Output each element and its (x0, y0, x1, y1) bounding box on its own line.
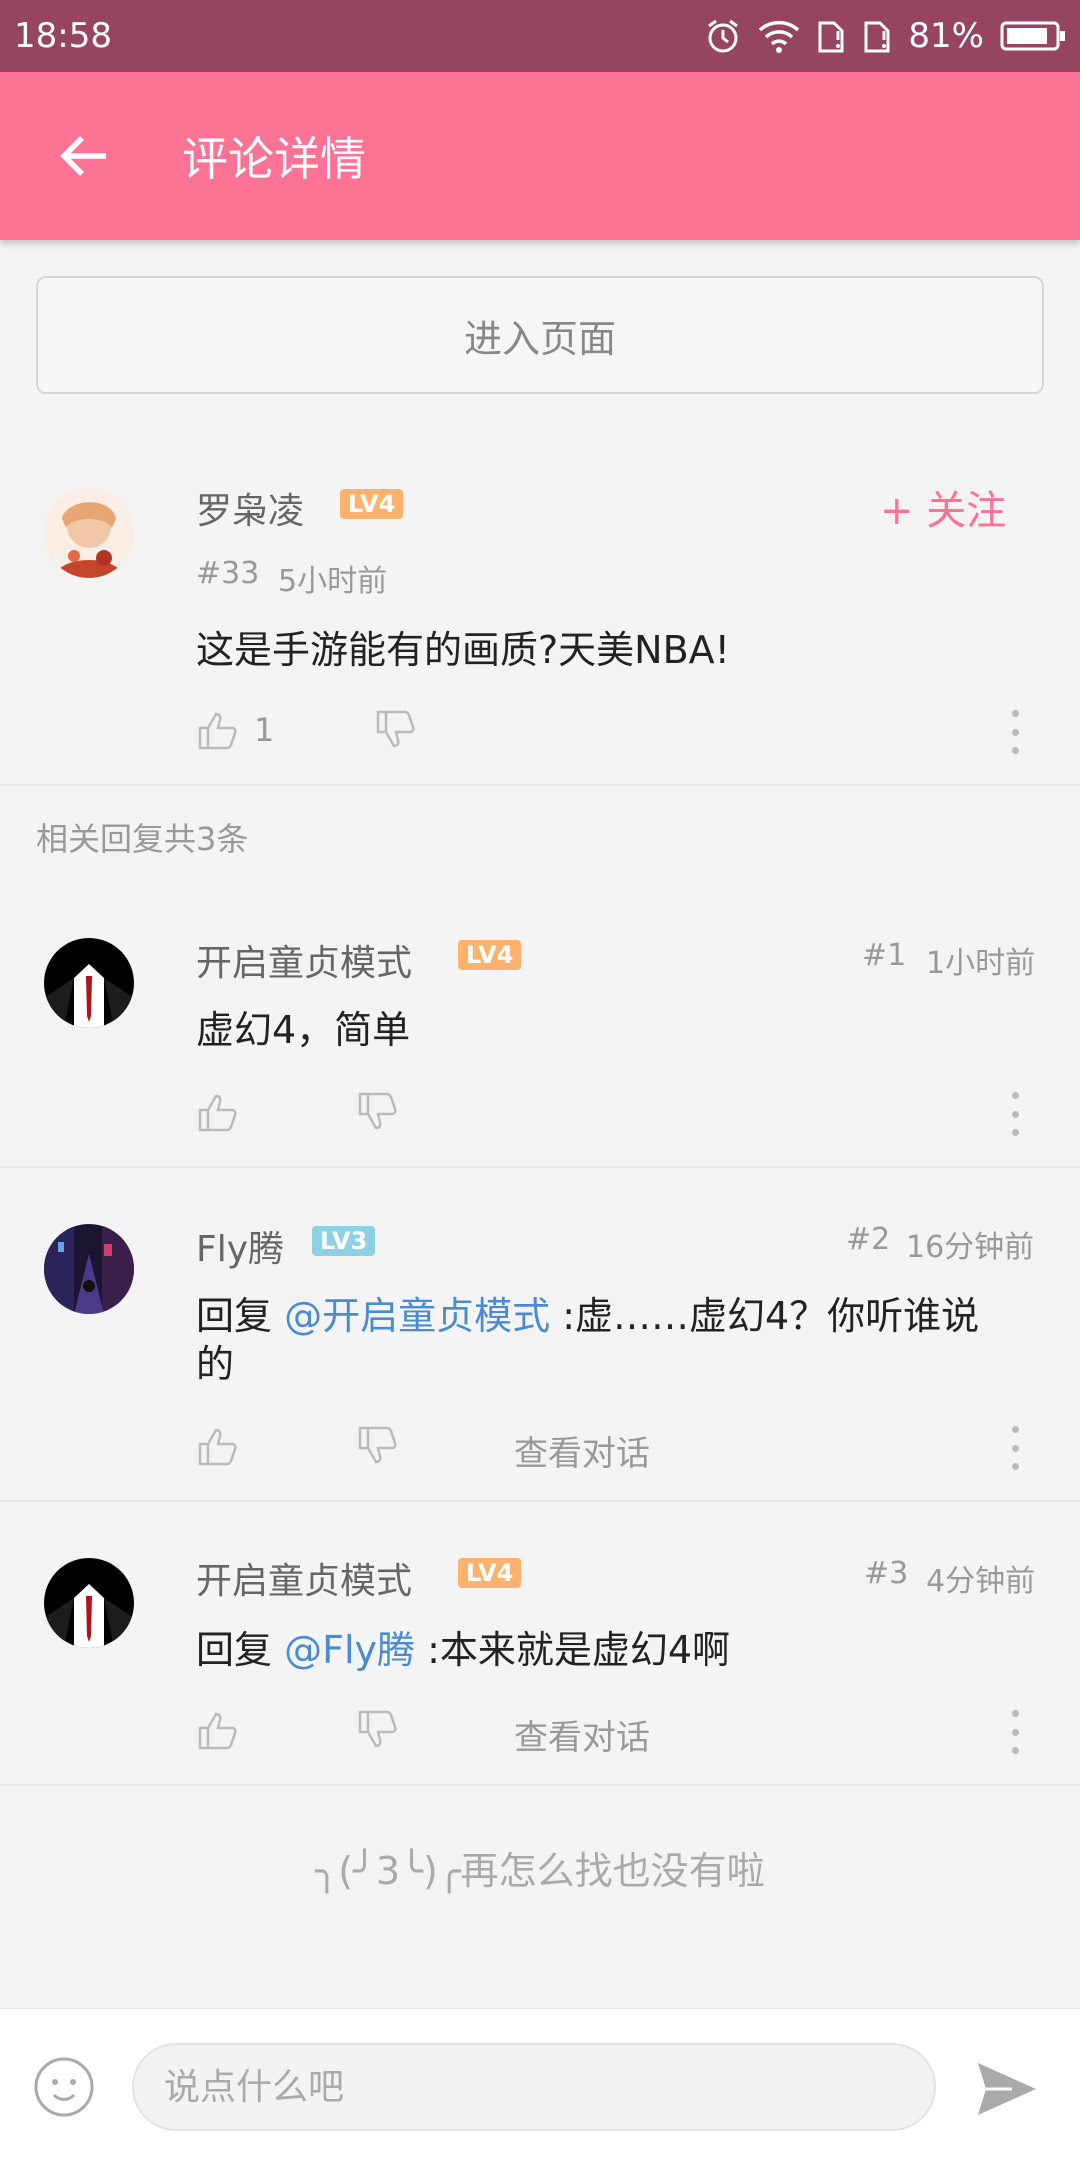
thumbs-down-icon (358, 1092, 397, 1130)
enter-page-button[interactable]: 进入页面 (36, 276, 1044, 394)
dislike-button[interactable] (374, 708, 418, 752)
avatar[interactable] (44, 1558, 134, 1648)
wifi-icon (759, 20, 800, 53)
username[interactable]: 开启童贞模式 (196, 1552, 412, 1604)
thumbs-down-icon (358, 1710, 397, 1748)
divider (0, 1166, 1080, 1168)
thumbs-down-icon (358, 1426, 397, 1464)
divider (0, 1500, 1080, 1502)
reply-bar (0, 2008, 1080, 2161)
dislike-button[interactable] (356, 1424, 400, 1468)
floor-number: #2 (846, 1222, 891, 1257)
alarm-icon (708, 19, 739, 53)
follow-button[interactable]: + 关注 (880, 478, 1006, 536)
like-button[interactable] (196, 1090, 240, 1134)
sim1-icon (818, 21, 844, 53)
comment-text: 回复 @开启童贞模式 :虚……虚幻4？你听谁说 的 (196, 1294, 980, 1386)
more-options-button[interactable] (1000, 1710, 1030, 1754)
status-time: 18:58 (14, 16, 112, 56)
dislike-button[interactable] (356, 1708, 400, 1752)
more-options-button[interactable] (1000, 1426, 1030, 1470)
thumbs-up-icon (198, 712, 237, 750)
post-time: 1小时前 (926, 946, 1036, 981)
thumbs-down-icon (376, 710, 415, 748)
more-options-button[interactable] (1000, 710, 1030, 754)
like-count: 1 (254, 711, 275, 749)
floor-number: #33 (196, 556, 260, 591)
avatar[interactable] (44, 938, 134, 1028)
thumbs-up-icon (198, 1094, 237, 1132)
thumbs-up-icon (198, 1428, 237, 1466)
comment-text: 这是手游能有的画质?天美NBA! (196, 628, 730, 672)
comment-text: 回复 @Fly腾 :本来就是虚幻4啊 (196, 1628, 731, 1672)
username[interactable]: 罗枭凌 (196, 482, 304, 534)
view-conversation-link[interactable]: 查看对话 (514, 1426, 650, 1475)
post-time: 4分钟前 (926, 1564, 1036, 1599)
level-badge: LV4 (458, 940, 522, 970)
avatar[interactable] (44, 488, 134, 578)
more-options-button[interactable] (1000, 1092, 1030, 1136)
status-icons: 81% (704, 16, 1066, 56)
floor-number: #1 (862, 938, 907, 973)
battery-percent: 81% (908, 16, 984, 56)
divider (0, 1784, 1080, 1786)
avatar[interactable] (44, 1224, 134, 1314)
like-button[interactable]: 1 (196, 708, 274, 752)
level-badge: LV3 (312, 1226, 376, 1256)
floor-number: #3 (864, 1556, 909, 1591)
post-time: 16分钟前 (906, 1230, 1035, 1265)
mention-link[interactable]: @开启童贞模式 (284, 1294, 550, 1338)
like-button[interactable] (196, 1708, 240, 1752)
username[interactable]: Fly腾 (196, 1220, 284, 1272)
post-time: 5小时前 (278, 564, 388, 599)
level-badge: LV4 (458, 1558, 522, 1588)
battery-icon (1000, 21, 1065, 51)
emoji-button[interactable] (32, 2055, 96, 2119)
comment-input[interactable] (132, 2043, 936, 2131)
replies-count-label: 相关回复共3条 (36, 820, 249, 858)
username[interactable]: 开启童贞模式 (196, 934, 412, 986)
divider (0, 784, 1080, 786)
like-button[interactable] (196, 1424, 240, 1468)
app-bar: 评论详情 (0, 72, 1080, 240)
status-bar: 18:58 81% (0, 0, 1080, 72)
send-icon (978, 2063, 1036, 2115)
send-button[interactable] (974, 2059, 1040, 2119)
back-button[interactable] (34, 106, 134, 206)
page-title: 评论详情 (182, 132, 366, 186)
dislike-button[interactable] (356, 1090, 400, 1134)
thumbs-up-icon (198, 1712, 237, 1750)
mention-link[interactable]: @Fly腾 (284, 1628, 415, 1672)
sim2-icon (864, 21, 890, 53)
view-conversation-link[interactable]: 查看对话 (514, 1710, 650, 1759)
arrow-left-icon (60, 136, 106, 176)
end-of-list-message: ╮(╯3╰)╭再怎么找也没有啦 (315, 1849, 765, 1893)
comment-text: 虚幻4，简单 (196, 1008, 411, 1052)
level-badge: LV4 (340, 489, 404, 519)
emoji-icon (34, 2057, 94, 2117)
